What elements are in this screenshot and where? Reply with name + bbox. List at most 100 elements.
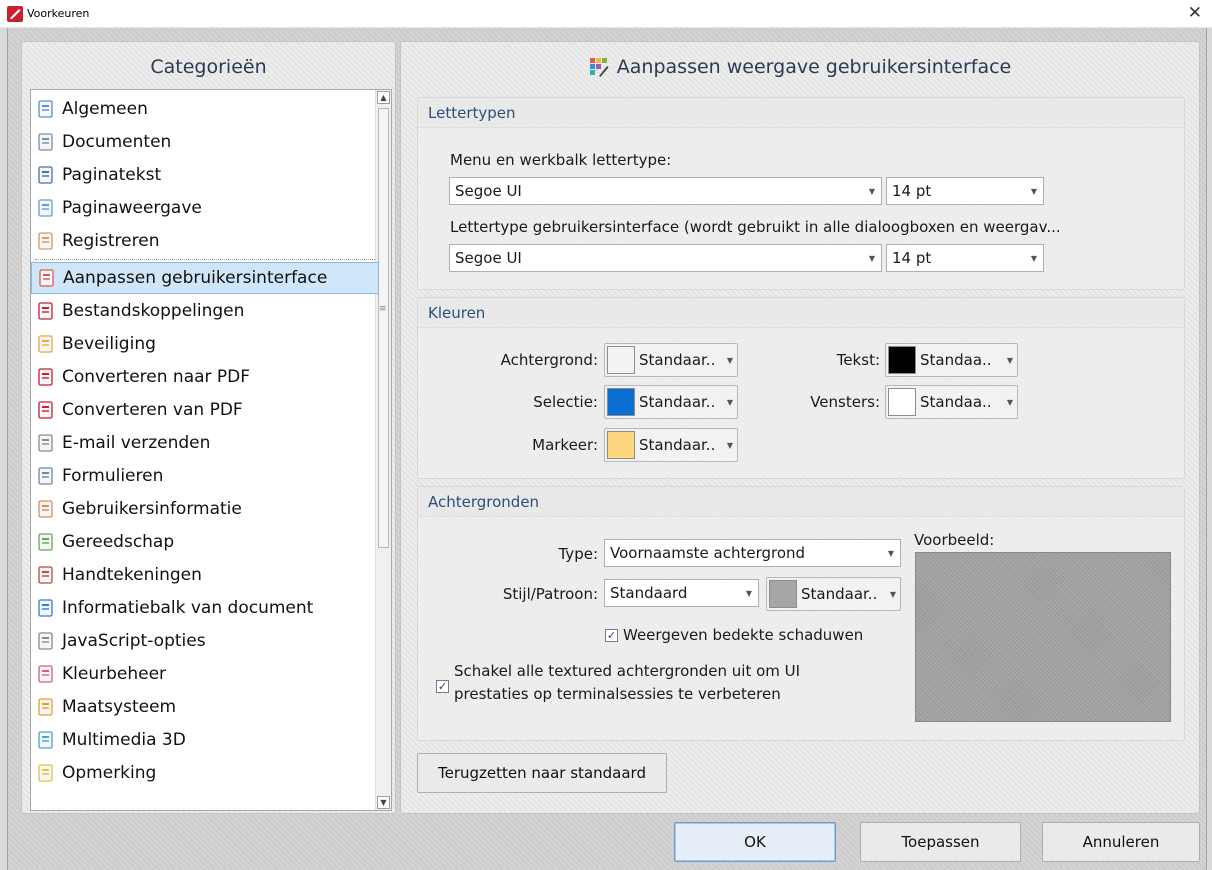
signature-icon	[36, 565, 56, 585]
category-item[interactable]: Opmerking	[31, 757, 379, 789]
pdf-file-icon	[36, 301, 56, 321]
category-label: Maatsysteem	[62, 697, 177, 717]
user-add-icon	[36, 231, 56, 251]
scroll-down-icon[interactable]: ▼	[377, 796, 390, 809]
category-label: Paginaweergave	[62, 198, 202, 218]
category-label: Beveiliging	[62, 334, 156, 354]
category-item[interactable]: Gebruikersinformatie	[31, 493, 379, 525]
comment-icon	[36, 763, 56, 783]
category-item[interactable]: Informatiebalk van document	[31, 592, 379, 624]
scrollbar-thumb[interactable]	[378, 108, 389, 548]
menu-font-size-select[interactable]: 14 pt ▼	[886, 177, 1044, 205]
script-icon	[36, 631, 56, 651]
ui-font-size-select[interactable]: 14 pt ▼	[886, 244, 1044, 272]
style-pattern-select[interactable]: Standaard ▼	[604, 579, 759, 607]
form-icon	[36, 466, 56, 486]
text-color-button[interactable]: Standaa.. ▼	[885, 343, 1018, 377]
category-label: Kleurbeheer	[62, 664, 167, 684]
convert-to-pdf-icon	[36, 367, 56, 387]
colors-group-title: Kleuren	[418, 298, 1184, 328]
category-label: Algemeen	[62, 99, 148, 119]
category-item[interactable]: Aanpassen gebruikersinterface	[31, 262, 379, 294]
ui-font-select[interactable]: Segoe UI ▼	[449, 244, 882, 272]
show-shadows-checkbox[interactable]: ✓	[605, 629, 618, 642]
chevron-down-icon: ▼	[726, 441, 733, 450]
background-preview	[915, 552, 1171, 722]
background-type-select[interactable]: Voornaamste achtergrond ▼	[604, 539, 901, 567]
chevron-down-icon: ▼	[1006, 356, 1013, 365]
categories-list[interactable]: ▲ ≡ ▼ Algemeen Documenten Paginatekst Pagin…	[30, 89, 392, 811]
category-label: Informatiebalk van document	[62, 598, 314, 618]
category-item[interactable]: Kleurbeheer	[31, 658, 379, 690]
windows-color-swatch	[888, 388, 916, 416]
category-item[interactable]: Bestandskoppelingen	[31, 295, 379, 327]
chevron-down-icon: ▼	[726, 356, 733, 365]
window-titlebar: Voorkeuren ✕	[0, 0, 1212, 28]
chevron-down-icon: ▼	[868, 254, 875, 263]
background-color-value: Standaar..	[639, 351, 716, 369]
show-shadows-label[interactable]: Weergeven bedekte schaduwen	[623, 626, 863, 644]
selection-color-swatch	[607, 388, 635, 416]
category-label: Registreren	[62, 231, 160, 251]
apply-label: Toepassen	[901, 833, 980, 851]
category-item[interactable]: Algemeen	[31, 93, 379, 125]
disable-textures-checkbox[interactable]: ✓	[436, 680, 449, 693]
checkmark-icon: ✓	[437, 680, 448, 693]
selection-color-button[interactable]: Standaar.. ▼	[604, 385, 738, 419]
category-item[interactable]: JavaScript-opties	[31, 625, 379, 657]
background-type-value: Voornaamste achtergrond	[610, 544, 806, 562]
category-item[interactable]: Documenten	[31, 126, 379, 158]
category-item[interactable]: Beveiliging	[31, 328, 379, 360]
settings-panel: Aanpassen weergave gebruikersinterface L…	[400, 41, 1200, 814]
disable-textures-label-line2[interactable]: prestaties op terminalsessies te verbete…	[454, 685, 781, 703]
pattern-color-value: Standaar..	[801, 585, 878, 603]
user-icon	[36, 499, 56, 519]
category-item[interactable]: Multimedia 3D	[31, 724, 379, 756]
fonts-group: Lettertypen Menu en werkbalk lettertype:…	[417, 97, 1185, 290]
chevron-down-icon: ▼	[868, 187, 875, 196]
pattern-color-swatch	[769, 580, 797, 608]
settings-title: Aanpassen weergave gebruikersinterface	[616, 56, 1012, 78]
background-color-swatch	[607, 346, 635, 374]
categories-panel: Categorieën ▲ ≡ ▼ Algemeen Documenten Pagi…	[21, 41, 396, 814]
menu-font-select[interactable]: Segoe UI ▼	[449, 177, 882, 205]
category-item[interactable]: E-mail verzenden	[31, 427, 379, 459]
category-label: JavaScript-opties	[62, 631, 206, 651]
checkmark-icon: ✓	[606, 629, 617, 642]
categories-title: Categorieën	[150, 56, 267, 78]
windows-color-value: Standaa..	[920, 393, 992, 411]
category-item[interactable]: Converteren van PDF	[31, 394, 379, 426]
category-item[interactable]: Converteren naar PDF	[31, 361, 379, 393]
category-separator	[35, 259, 375, 260]
category-label: Aanpassen gebruikersinterface	[63, 268, 328, 288]
disable-textures-label-line1[interactable]: Schakel alle textured achtergronden uit …	[454, 662, 800, 680]
category-item[interactable]: Registreren	[31, 225, 379, 257]
page-text-icon	[36, 165, 56, 185]
category-item[interactable]: Maatsysteem	[31, 691, 379, 723]
menu-font-label: Menu en werkbalk lettertype:	[450, 151, 672, 169]
reset-defaults-button[interactable]: Terugzetten naar standaard	[417, 753, 667, 793]
close-icon[interactable]: ✕	[1188, 3, 1202, 23]
background-color-label: Achtergrond:	[500, 351, 598, 369]
text-color-swatch	[888, 346, 916, 374]
highlight-color-button[interactable]: Standaar.. ▼	[604, 428, 738, 462]
category-item[interactable]: Handtekeningen	[31, 559, 379, 591]
fonts-group-title: Lettertypen	[418, 98, 1184, 128]
cancel-button[interactable]: Annuleren	[1042, 822, 1200, 862]
window-title: Voorkeuren	[27, 7, 90, 20]
category-item[interactable]: Formulieren	[31, 460, 379, 492]
ok-button[interactable]: OK	[674, 822, 836, 862]
pattern-color-button[interactable]: Standaar.. ▼	[766, 577, 901, 611]
selection-color-value: Standaar..	[639, 393, 716, 411]
windows-color-button[interactable]: Standaa.. ▼	[885, 385, 1018, 419]
category-label: E-mail verzenden	[62, 433, 211, 453]
category-label: Converteren naar PDF	[62, 367, 251, 387]
apply-button[interactable]: Toepassen	[860, 822, 1021, 862]
app-logo-icon	[7, 6, 23, 22]
highlight-color-swatch	[607, 431, 635, 459]
background-color-button[interactable]: Standaar.. ▼	[604, 343, 738, 377]
category-item[interactable]: Paginatekst	[31, 159, 379, 191]
category-item[interactable]: Gereedschap	[31, 526, 379, 558]
preferences-dialog: Categorieën ▲ ≡ ▼ Algemeen Documenten Pagi…	[7, 28, 1207, 870]
category-item[interactable]: Paginaweergave	[31, 192, 379, 224]
